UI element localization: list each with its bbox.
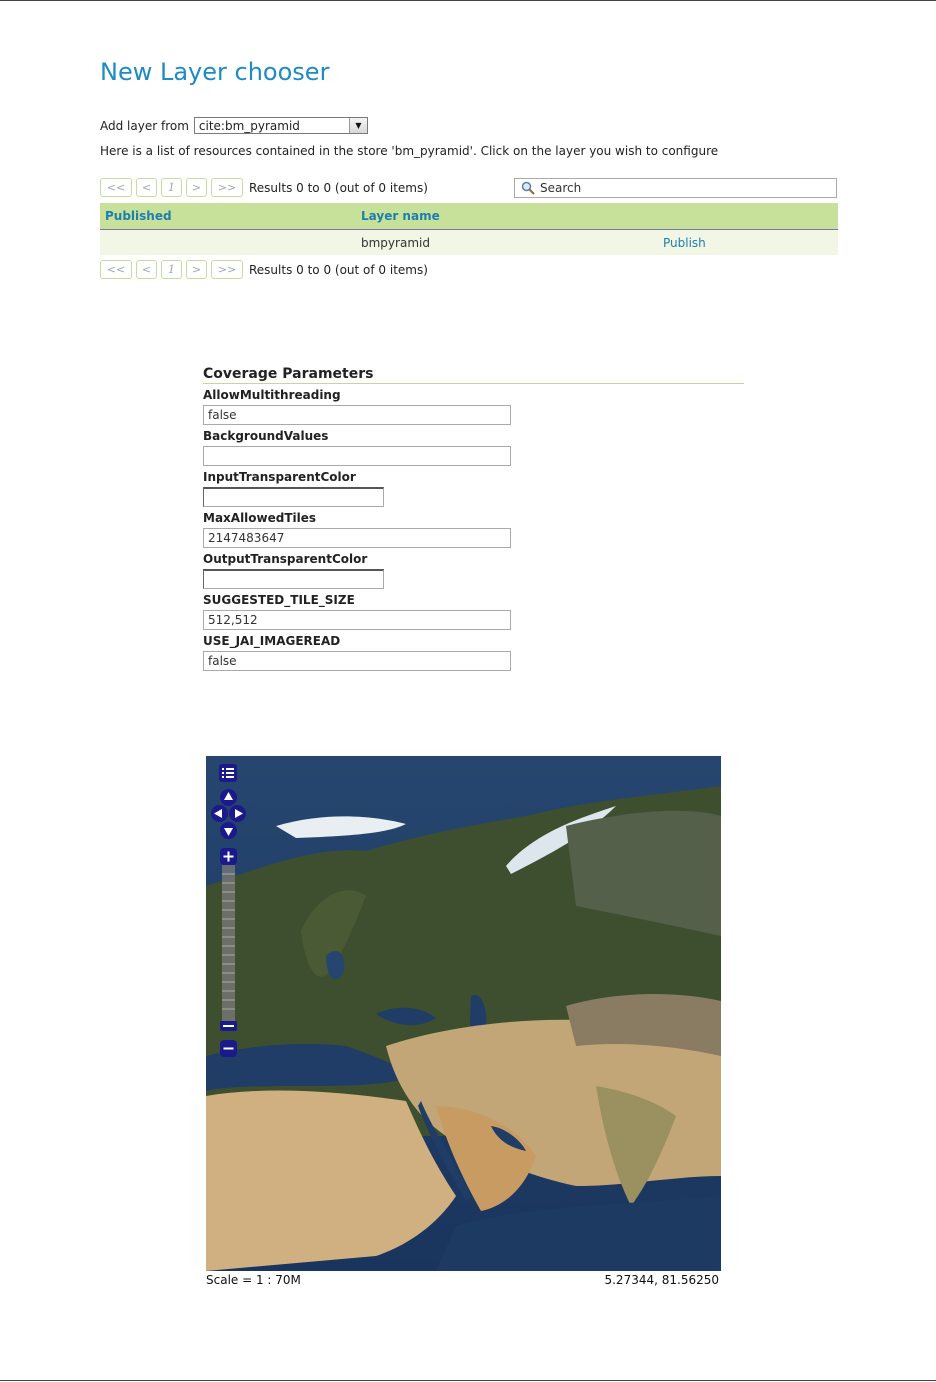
pan-right-icon[interactable] [229, 805, 246, 822]
pan-left-icon[interactable] [211, 805, 228, 822]
bottom-rule [0, 1380, 936, 1381]
pan-up-icon[interactable] [220, 789, 237, 806]
input-transparent-color-field[interactable] [203, 487, 384, 507]
layer-name-cell: bmpyramid [361, 235, 430, 250]
store-select[interactable]: cite:bm_pyramid ▼ [193, 117, 368, 134]
prev-page-button[interactable]: < [136, 178, 157, 197]
param-label: OutputTransparentColor [203, 552, 368, 566]
publish-link[interactable]: Publish [663, 236, 706, 250]
param-label: AllowMultithreading [203, 388, 341, 402]
map-scale: Scale = 1 : 70M [206, 1273, 301, 1287]
table-header: Published Layer name [100, 203, 838, 230]
next-page-button[interactable]: > [186, 178, 207, 197]
param-label: InputTransparentColor [203, 470, 356, 484]
last-page-button[interactable]: >> [211, 260, 243, 279]
column-header-layer-name[interactable]: Layer name [356, 209, 656, 223]
output-transparent-color-field[interactable] [203, 569, 384, 589]
param-label: BackgroundValues [203, 429, 329, 443]
pager-bottom: << < 1 > >> Results 0 to 0 (out of 0 ite… [100, 260, 428, 279]
layers-table: Published Layer name bmpyramid Publish [100, 203, 838, 255]
search-input[interactable]: Search [514, 178, 837, 198]
top-rule [0, 0, 936, 1]
suggested-tile-size-field[interactable]: 512,512 [203, 610, 511, 630]
page-number-button[interactable]: 1 [161, 178, 182, 197]
add-layer-row: Add layer from cite:bm_pyramid ▼ [100, 117, 368, 134]
last-page-button[interactable]: >> [211, 178, 243, 197]
map-preview[interactable] [206, 756, 721, 1271]
store-description: Here is a list of resources contained in… [100, 144, 719, 158]
add-layer-label: Add layer from [100, 118, 189, 133]
coverage-parameters-panel: Coverage Parameters AllowMultithreading … [203, 366, 744, 671]
param-label: USE_JAI_IMAGEREAD [203, 634, 341, 648]
results-count: Results 0 to 0 (out of 0 items) [249, 180, 428, 195]
zoom-slider-track[interactable] [222, 865, 235, 1025]
action-cell: Publish [656, 236, 838, 250]
magnifier-icon [521, 181, 535, 195]
param-label: MaxAllowedTiles [203, 511, 317, 525]
chevron-down-icon[interactable]: ▼ [348, 118, 367, 133]
param-label: SUGGESTED_TILE_SIZE [203, 593, 355, 607]
results-count: Results 0 to 0 (out of 0 items) [249, 262, 428, 277]
search-placeholder: Search [540, 181, 582, 195]
zoom-out-icon[interactable] [220, 1040, 237, 1057]
page-title: New Layer chooser [100, 58, 330, 86]
zoom-slider-handle[interactable] [220, 1021, 237, 1031]
coverage-heading: Coverage Parameters [203, 366, 744, 384]
satellite-map-image [206, 756, 721, 1271]
map-coordinates: 5.27344, 81.56250 [604, 1273, 719, 1287]
layer-switcher-icon[interactable] [219, 764, 237, 782]
background-values-field[interactable] [203, 446, 511, 466]
use-jai-imageread-field[interactable]: false [203, 651, 511, 671]
pan-down-icon[interactable] [220, 822, 237, 839]
first-page-button[interactable]: << [100, 260, 132, 279]
next-page-button[interactable]: > [186, 260, 207, 279]
store-select-value: cite:bm_pyramid [198, 118, 300, 133]
zoom-in-icon[interactable] [220, 848, 237, 865]
max-allowed-tiles-field[interactable]: 2147483647 [203, 528, 511, 548]
allow-multithreading-field[interactable]: false [203, 405, 511, 425]
table-row: bmpyramid Publish [100, 230, 838, 255]
first-page-button[interactable]: << [100, 178, 132, 197]
pager-top: << < 1 > >> Results 0 to 0 (out of 0 ite… [100, 178, 428, 197]
column-header-published[interactable]: Published [100, 209, 356, 223]
page-number-button[interactable]: 1 [161, 260, 182, 279]
prev-page-button[interactable]: < [136, 260, 157, 279]
